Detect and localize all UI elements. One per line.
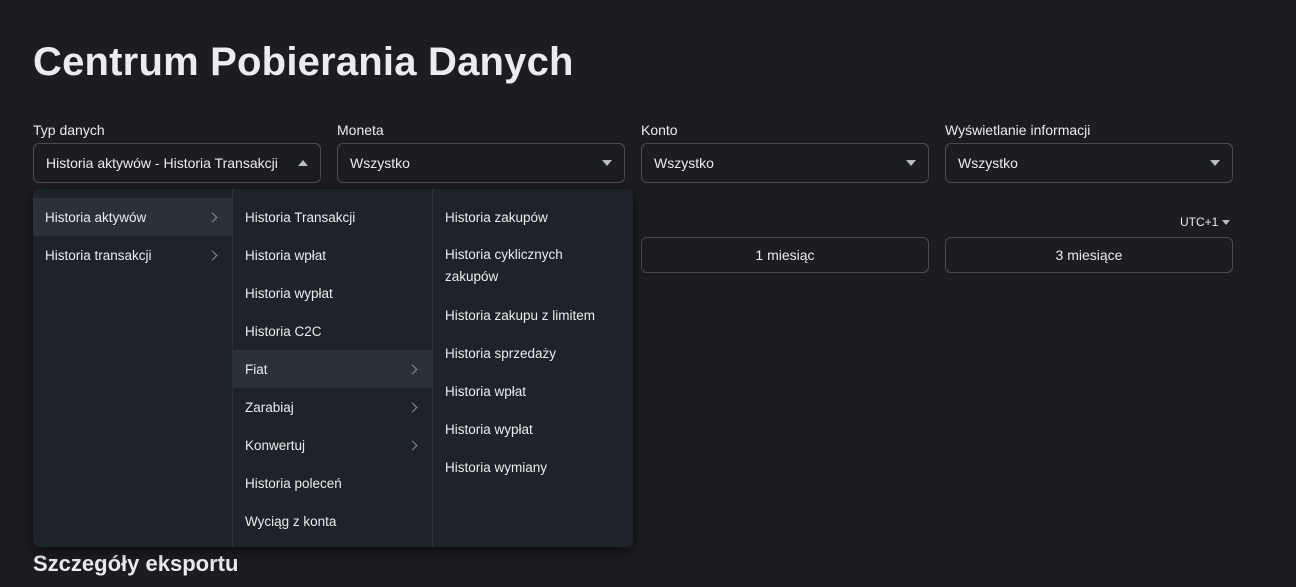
display-label: Wyświetlanie informacji [945,122,1091,138]
data-type-label: Typ danych [33,122,105,138]
menu-column-categories: Historia aktywów Historia transakcji [33,189,233,547]
page-title: Centrum Pobierania Danych [33,40,574,84]
menu-item-label: Historia cyklicznych zakupów [445,247,563,284]
menu-item-fiat[interactable]: Fiat [233,350,432,388]
menu-item-withdrawals[interactable]: Historia wypłat [233,274,432,312]
chevron-right-icon [407,402,418,412]
menu-item-fiat-deposits[interactable]: Historia wpłat [433,372,633,410]
account-value: Wszystko [654,155,714,171]
menu-item-label: Wyciąg z konta [245,513,337,529]
caret-down-icon [1210,160,1220,166]
coin-select[interactable]: Wszystko [337,143,625,183]
menu-column-fiat: Historia zakupów Historia cyklicznych za… [433,189,633,547]
account-label: Konto [641,122,678,138]
menu-item-referrals[interactable]: Historia poleceń [233,464,432,502]
chevron-right-icon [407,364,418,374]
data-download-center: Centrum Pobierania Danych Typ danych Mon… [0,0,1296,587]
chevron-right-icon [207,250,218,260]
period-3-months-button[interactable]: 3 miesiące [945,237,1233,273]
data-type-value: Historia aktywów - Historia Transakcji [46,155,278,171]
menu-item-limit-purchases[interactable]: Historia zakupu z limitem [433,296,633,334]
menu-item-label: Historia zakupów [445,209,548,225]
menu-item-purchases[interactable]: Historia zakupów [433,198,633,236]
menu-item-fiat-withdrawals[interactable]: Historia wypłat [433,410,633,448]
menu-item-label: Historia wypłat [445,421,533,437]
menu-item-account-statement[interactable]: Wyciąg z konta [233,502,432,540]
coin-value: Wszystko [350,155,410,171]
menu-item-label: Historia aktywów [45,209,147,225]
menu-item-label: Historia wpłat [445,383,527,399]
menu-item-deposits[interactable]: Historia wpłat [233,236,432,274]
menu-item-label: Historia transakcji [45,247,152,263]
menu-item-earn[interactable]: Zarabiaj [233,388,432,426]
menu-item-convert[interactable]: Konwertuj [233,426,432,464]
menu-item-label: Zarabiaj [245,399,294,415]
menu-item-label: Historia sprzedaży [445,345,557,361]
chevron-right-icon [407,440,418,450]
chevron-right-icon [207,212,218,222]
menu-item-label: Historia Transakcji [245,209,356,225]
display-value: Wszystko [958,155,1018,171]
menu-item-label: Historia wymiany [445,459,548,475]
account-select[interactable]: Wszystko [641,143,929,183]
menu-item-c2c[interactable]: Historia C2C [233,312,432,350]
menu-item-transactions[interactable]: Historia Transakcji [233,198,432,236]
menu-item-label: Historia zakupu z limitem [445,307,596,323]
menu-item-label: Historia wypłat [245,285,333,301]
export-details-title: Szczegóły eksportu [33,551,239,576]
data-type-dropdown-menu: Historia aktywów Historia transakcji His… [33,189,633,547]
caret-down-icon [602,160,612,166]
menu-item-asset-history[interactable]: Historia aktywów [33,198,232,236]
timezone-select[interactable]: UTC+1 [1180,215,1231,229]
menu-column-asset-history: Historia Transakcji Historia wpłat Histo… [233,189,433,547]
display-select[interactable]: Wszystko [945,143,1233,183]
period-1-month-button[interactable]: 1 miesiąc [641,237,929,273]
menu-item-label: Historia C2C [245,323,322,339]
caret-down-icon [906,160,916,166]
menu-item-transaction-history[interactable]: Historia transakcji [33,236,232,274]
menu-item-label: Historia poleceń [245,475,342,491]
coin-label: Moneta [337,122,384,138]
menu-item-exchange[interactable]: Historia wymiany [433,448,633,486]
caret-down-icon [1222,219,1231,225]
menu-item-sales[interactable]: Historia sprzedaży [433,334,633,372]
menu-item-label: Historia wpłat [245,247,327,263]
menu-item-label: Fiat [245,361,268,377]
caret-up-icon [298,160,308,166]
timezone-value: UTC+1 [1180,215,1219,229]
menu-item-recurring-purchases[interactable]: Historia cyklicznych zakupów [433,236,633,296]
data-type-select[interactable]: Historia aktywów - Historia Transakcji [33,143,321,183]
menu-item-label: Konwertuj [245,437,306,453]
